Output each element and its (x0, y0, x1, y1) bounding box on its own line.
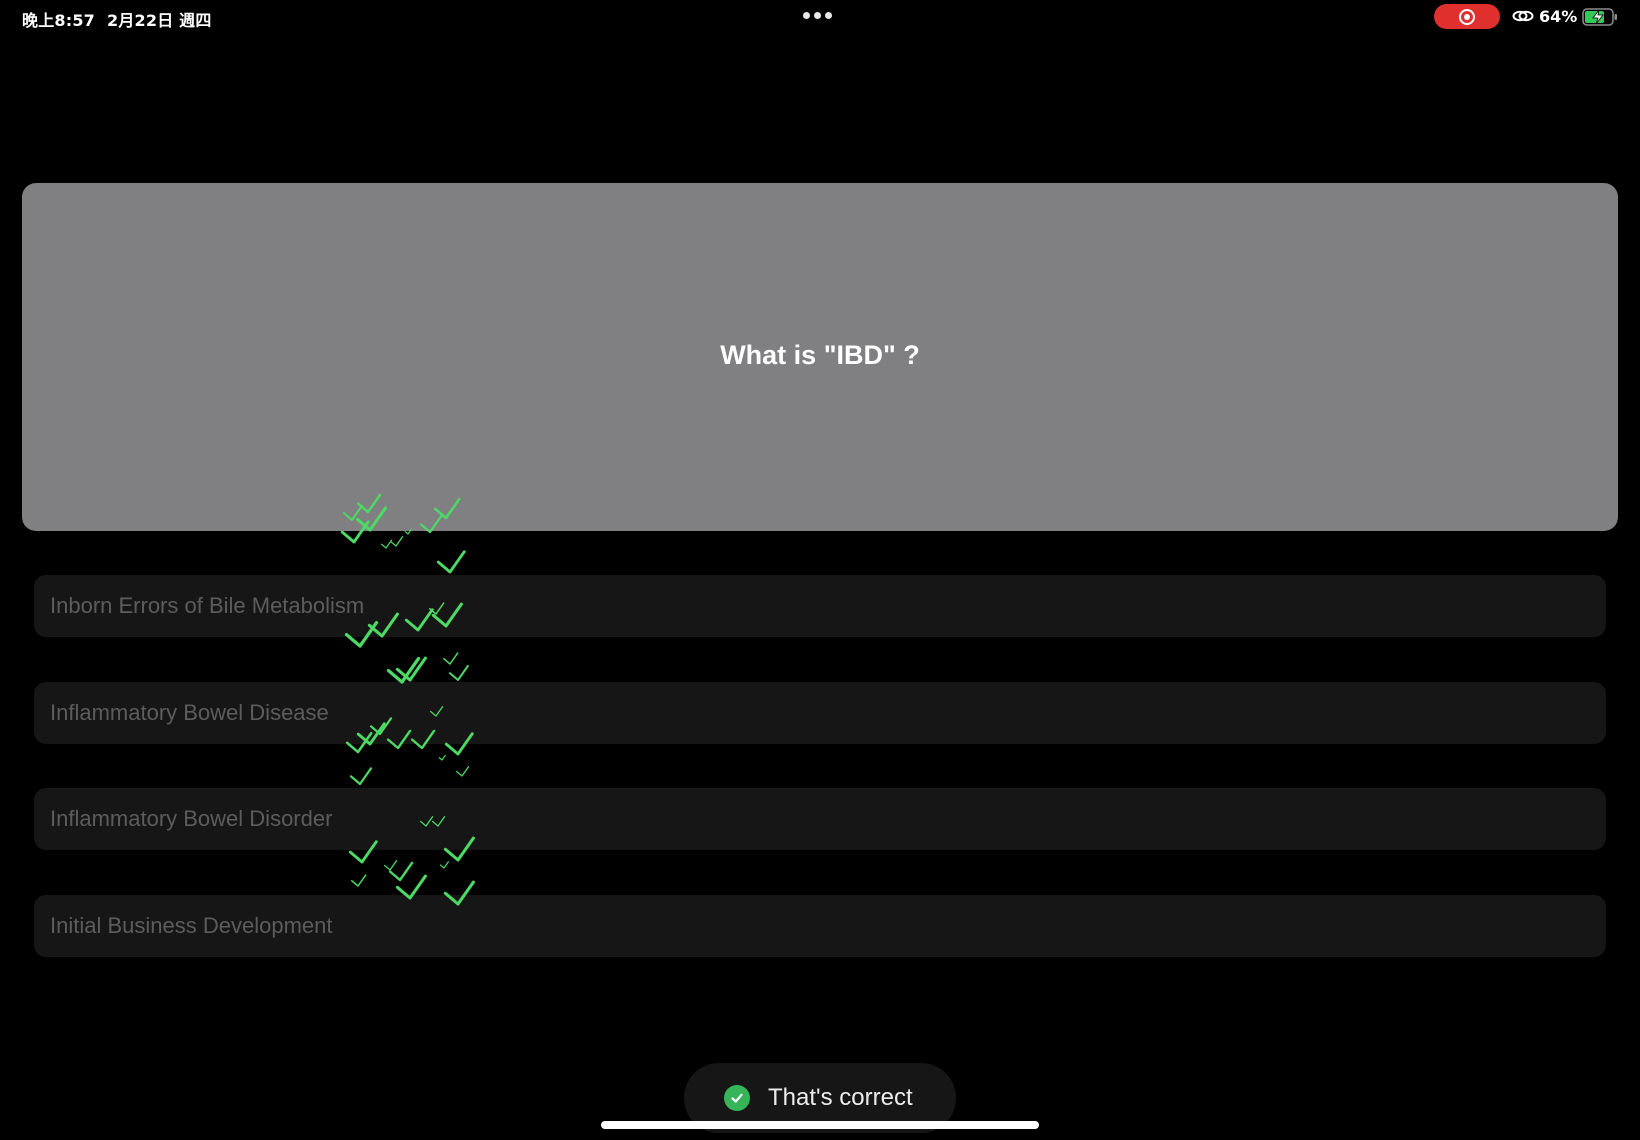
checkmark-icon (439, 861, 449, 869)
link-icon (1512, 10, 1534, 22)
answer-option-3[interactable]: Inflammatory Bowel Disorder (34, 788, 1606, 850)
home-indicator[interactable] (601, 1121, 1039, 1129)
answer-option-label: Inborn Errors of Bile Metabolism (50, 593, 365, 618)
answer-option-4[interactable]: Initial Business Development (34, 895, 1606, 957)
checkmark-icon (438, 754, 446, 761)
checkmark-icon (386, 656, 421, 684)
answer-option-label: Inflammatory Bowel Disease (50, 700, 329, 725)
status-bar: 晚上8:57 2月22日 週四 64% (0, 0, 1640, 34)
checkmark-icon (383, 859, 398, 871)
checkmark-icon (448, 664, 469, 681)
checkmark-icon (389, 535, 404, 547)
question-card: What is "IBD" ? (22, 183, 1618, 531)
battery-charging-icon (1582, 8, 1617, 26)
answer-option-label: Inflammatory Bowel Disorder (50, 806, 333, 831)
battery-percent: 64% (1539, 7, 1578, 26)
multitasking-dots-icon[interactable] (803, 12, 832, 19)
checkmark-icon (350, 874, 367, 887)
checkmark-icon (442, 652, 459, 665)
checkmark-confetti (340, 493, 475, 906)
checkmark-icon (388, 861, 414, 882)
answer-option-1[interactable]: Inborn Errors of Bile Metabolism (34, 575, 1606, 637)
status-datetime: 晚上8:57 2月22日 週四 (22, 7, 212, 31)
answer-option-2[interactable]: Inflammatory Bowel Disease (34, 682, 1606, 744)
checkmark-icon (380, 539, 393, 549)
checkmark-icon (436, 550, 466, 574)
answer-option-label: Initial Business Development (50, 913, 333, 938)
status-time: 晚上8:57 (22, 11, 95, 30)
toast-message: That's correct (768, 1084, 913, 1111)
checkmark-icon (455, 765, 470, 777)
check-circle-icon (724, 1085, 750, 1111)
checkmark-icon (395, 656, 427, 682)
checkmark-icon (349, 767, 373, 786)
question-text: What is "IBD" ? (720, 339, 920, 370)
status-date: 2月22日 週四 (107, 11, 212, 30)
screen-record-icon[interactable] (1434, 4, 1500, 29)
